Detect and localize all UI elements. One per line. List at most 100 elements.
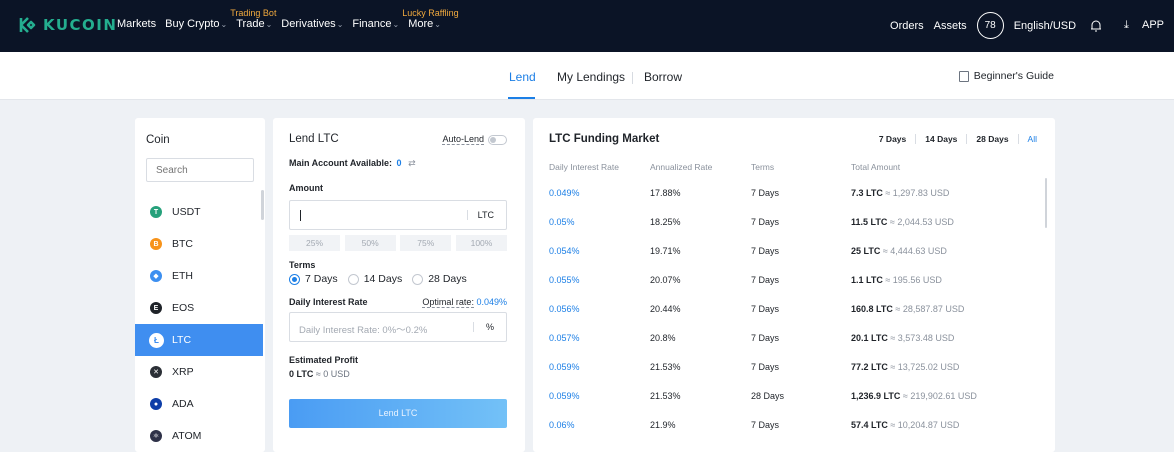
percent-100-button[interactable]: 100% bbox=[455, 235, 507, 251]
optimal-rate-value: 0.049% bbox=[476, 297, 507, 307]
btc-coin-icon: B bbox=[150, 238, 162, 250]
chevron-down-icon: ⌄ bbox=[265, 20, 273, 29]
market-scrollbar[interactable] bbox=[1045, 178, 1047, 228]
nav-item-label: Derivatives bbox=[281, 18, 336, 30]
total-amount-usd: ≈ 10,204.87 USD bbox=[890, 420, 960, 430]
total-amount-usd: ≈ 219,902.61 USD bbox=[902, 391, 977, 401]
tab-my-lendings[interactable]: My Lendings bbox=[557, 70, 625, 84]
term-7-days-option[interactable]: 7 Days bbox=[289, 273, 338, 285]
coin-item-eth[interactable]: ◆ ETH bbox=[135, 260, 263, 292]
total-amount-ltc: 7.3 LTC bbox=[851, 188, 883, 198]
nav-item-derivatives[interactable]: Derivatives⌄ bbox=[281, 18, 343, 30]
terms-label: Terms bbox=[289, 260, 316, 270]
table-row[interactable]: 0.05% 18.25% 7 Days 11.5 LTC ≈ 2,044.53 USD bbox=[533, 217, 1045, 246]
language-currency-selector[interactable]: English/USD bbox=[1014, 20, 1076, 32]
estimated-profit-value: 0 LTC ≈ 0 USD bbox=[289, 369, 350, 379]
daily-interest-rate-input[interactable]: Daily Interest Rate: 0%～0.2% % bbox=[289, 312, 507, 342]
table-row[interactable]: 0.059% 21.53% 7 Days 77.2 LTC ≈ 13,725.02 U… bbox=[533, 362, 1045, 391]
available-value: 0 bbox=[396, 158, 402, 168]
percent-50-button[interactable]: 50% bbox=[344, 235, 396, 251]
table-row[interactable]: 0.056% 20.44% 7 Days 160.8 LTC ≈ 28,587.87 … bbox=[533, 304, 1045, 333]
filter-7-days[interactable]: 7 Days bbox=[879, 134, 917, 144]
nav-item-trade[interactable]: Trading Bot Trade⌄ bbox=[230, 8, 276, 30]
total-amount-usd: ≈ 13,725.02 USD bbox=[890, 362, 960, 372]
table-row[interactable]: 0.059% 21.53% 28 Days 1,236.9 LTC ≈ 219,902… bbox=[533, 391, 1045, 420]
user-avatar-badge[interactable]: 78 bbox=[976, 12, 1004, 39]
column-header-terms: Terms bbox=[751, 162, 775, 172]
book-icon bbox=[958, 70, 969, 82]
daily-interest-rate-label: Daily Interest Rate bbox=[289, 297, 368, 307]
total-amount-cell: 20.1 LTC ≈ 3,573.48 USD bbox=[851, 333, 954, 343]
download-icon: ⤓ bbox=[1124, 19, 1129, 31]
filter-all[interactable]: All bbox=[1019, 134, 1037, 144]
funding-market-title: LTC Funding Market bbox=[549, 133, 660, 145]
coin-item-usdt[interactable]: T USDT bbox=[135, 196, 263, 228]
terms-cell: 7 Days bbox=[751, 420, 780, 430]
total-amount-usd: ≈ 28,587.87 USD bbox=[895, 304, 965, 314]
kucoin-logo[interactable]: KUCOIN bbox=[18, 15, 117, 35]
auto-lend-control[interactable]: Auto-Lend bbox=[442, 134, 507, 145]
lend-ltc-button[interactable]: Lend LTC bbox=[289, 399, 507, 428]
nav-item-label: Trade bbox=[236, 18, 265, 30]
percent-75-button[interactable]: 75% bbox=[400, 235, 452, 251]
terms-cell: 7 Days bbox=[751, 246, 780, 256]
coin-item-xrp[interactable]: ✕ XRP bbox=[135, 356, 263, 388]
app-label: APP bbox=[1141, 19, 1164, 31]
table-row[interactable]: 0.055% 20.07% 7 Days 1.1 LTC ≈ 195.56 USD bbox=[533, 275, 1045, 304]
auto-lend-toggle[interactable] bbox=[488, 134, 507, 145]
radio-selected-icon bbox=[289, 273, 300, 285]
total-amount-ltc: 77.2 LTC bbox=[851, 362, 888, 372]
column-header-daily-rate: Daily Interest Rate bbox=[549, 162, 619, 172]
chevron-down-icon: ⌄ bbox=[392, 20, 400, 29]
atom-coin-icon: ⚛ bbox=[150, 430, 162, 442]
usdt-coin-icon: T bbox=[150, 206, 162, 218]
coin-item-atom[interactable]: ⚛ ATOM bbox=[135, 420, 263, 452]
annualized-rate-cell: 21.53% bbox=[650, 391, 681, 401]
daily-rate-cell: 0.059% bbox=[549, 362, 580, 372]
percent-25-button[interactable]: 25% bbox=[289, 235, 340, 251]
nav-promo-tag: Lucky Raffling bbox=[402, 8, 459, 18]
download-app-link[interactable]: ⤓ APP bbox=[1114, 19, 1164, 32]
total-amount-usd: ≈ 3,573.48 USD bbox=[890, 333, 955, 343]
orders-link[interactable]: Orders bbox=[890, 20, 924, 32]
bell-icon[interactable] bbox=[1090, 19, 1102, 32]
optimal-rate[interactable]: Optimal rate: 0.049% bbox=[422, 297, 507, 308]
filter-14-days[interactable]: 14 Days bbox=[916, 134, 968, 144]
table-row[interactable]: 0.057% 20.8% 7 Days 20.1 LTC ≈ 3,573.48 USD bbox=[533, 333, 1045, 362]
nav-item-buy-crypto[interactable]: Buy Crypto⌄ bbox=[165, 18, 227, 30]
tab-lend[interactable]: Lend bbox=[509, 70, 536, 84]
nav-item-label: More bbox=[408, 18, 434, 30]
transfer-icon[interactable]: ⇄ bbox=[408, 158, 416, 168]
filter-28-days[interactable]: 28 Days bbox=[967, 134, 1019, 144]
coin-search-input[interactable] bbox=[146, 158, 254, 182]
tab-separator bbox=[632, 72, 633, 84]
table-row[interactable]: 0.054% 19.71% 7 Days 25 LTC ≈ 4,444.63 USD bbox=[533, 246, 1045, 275]
term-28-days-option[interactable]: 28 Days bbox=[412, 273, 467, 285]
coin-item-eos[interactable]: E EOS bbox=[135, 292, 263, 324]
lend-form-panel: Lend LTC Auto-Lend Main Account Availabl… bbox=[273, 118, 525, 452]
nav-item-more[interactable]: Lucky Raffling More⌄ bbox=[402, 8, 458, 30]
tab-borrow[interactable]: Borrow bbox=[644, 70, 682, 84]
total-amount-ltc: 57.4 LTC bbox=[851, 420, 888, 430]
table-row[interactable]: 0.049% 17.88% 7 Days 7.3 LTC ≈ 1,297.83 USD bbox=[533, 188, 1045, 217]
daily-rate-cell: 0.056% bbox=[549, 304, 580, 314]
coin-item-ltc[interactable]: Ł LTC bbox=[135, 324, 263, 356]
chevron-down-icon: ⌄ bbox=[220, 20, 228, 29]
table-row[interactable]: 0.06% 21.9% 7 Days 57.4 LTC ≈ 10,204.87 USD bbox=[533, 420, 1045, 449]
annualized-rate-cell: 18.25% bbox=[650, 217, 681, 227]
daily-rate-cell: 0.05% bbox=[549, 217, 575, 227]
coin-item-ada[interactable]: ● ADA bbox=[135, 388, 263, 420]
term-14-days-option[interactable]: 14 Days bbox=[347, 273, 402, 285]
coin-item-btc[interactable]: B BTC bbox=[135, 228, 263, 260]
assets-link[interactable]: Assets bbox=[934, 20, 967, 32]
annualized-rate-cell: 17.88% bbox=[650, 188, 681, 198]
main-account-available: Main Account Available: 0 ⇄ bbox=[289, 158, 416, 169]
nav-item-finance[interactable]: Finance⌄ bbox=[352, 18, 399, 30]
nav-item-markets[interactable]: Markets bbox=[117, 18, 156, 30]
daily-rate-cell: 0.054% bbox=[549, 246, 580, 256]
amount-percent-buttons: 25% 50% 75% 100% bbox=[289, 235, 507, 251]
amount-input[interactable]: LTC bbox=[289, 200, 507, 230]
beginners-guide-link[interactable]: Beginner's Guide bbox=[958, 70, 1054, 82]
brand-name: KUCOIN bbox=[43, 16, 118, 34]
total-amount-ltc: 1.1 LTC bbox=[851, 275, 883, 285]
